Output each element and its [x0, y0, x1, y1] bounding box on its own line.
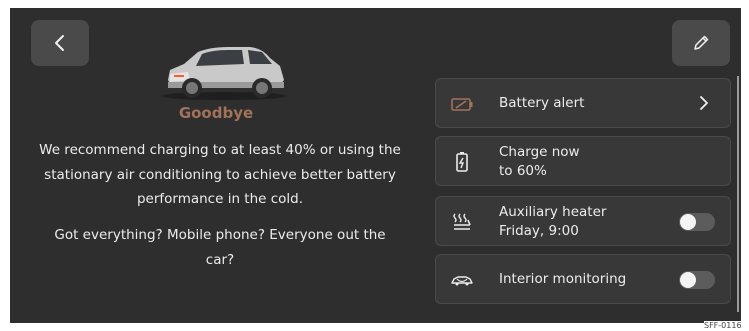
toggle-knob [680, 214, 696, 230]
card-label: Interior monitoring [499, 271, 627, 287]
card-label: Battery alert [499, 95, 585, 111]
chevron-left-icon [55, 35, 64, 51]
reminder-text: Got everything? Mobile phone? Everyone o… [54, 227, 386, 268]
card-label-line2: Friday, 9:00 [499, 223, 579, 239]
card-label: Auxiliary heater Friday, 9:00 [499, 203, 606, 241]
seat-heater-icon [453, 213, 471, 230]
auxiliary-heater-card[interactable]: Auxiliary heater Friday, 9:00 [435, 196, 731, 246]
card-label: Charge now to 60% [499, 143, 580, 181]
charge-now-card[interactable]: Charge now to 60% [435, 136, 731, 186]
back-button[interactable] [31, 20, 89, 66]
interior-monitoring-card[interactable]: Interior monitoring [435, 254, 731, 304]
scrollbar[interactable] [737, 76, 739, 312]
battery-alert-card[interactable]: Battery alert [435, 78, 731, 128]
car-monitoring-icon [451, 276, 473, 286]
image-code: SFF-0116 [704, 321, 742, 330]
goodbye-title: Goodbye [178, 104, 254, 122]
vehicle-screen: Goodbye We recommend charging to at leas… [10, 8, 741, 323]
charging-recommendation-text: We recommend charging to at least 40% or… [39, 142, 401, 207]
auxiliary-heater-toggle[interactable] [679, 213, 715, 231]
card-label-line2: to 60% [499, 163, 547, 179]
edit-button[interactable] [672, 20, 730, 66]
chevron-right-icon [700, 96, 708, 110]
battery-charge-icon [456, 152, 468, 172]
interior-monitoring-toggle[interactable] [679, 271, 715, 289]
card-label-line1: Charge now [499, 144, 580, 160]
battery-alert-icon [451, 98, 473, 111]
card-label-line1: Auxiliary heater [499, 204, 607, 220]
toggle-knob [680, 272, 696, 288]
car-image [162, 47, 286, 100]
pencil-icon [694, 35, 709, 50]
